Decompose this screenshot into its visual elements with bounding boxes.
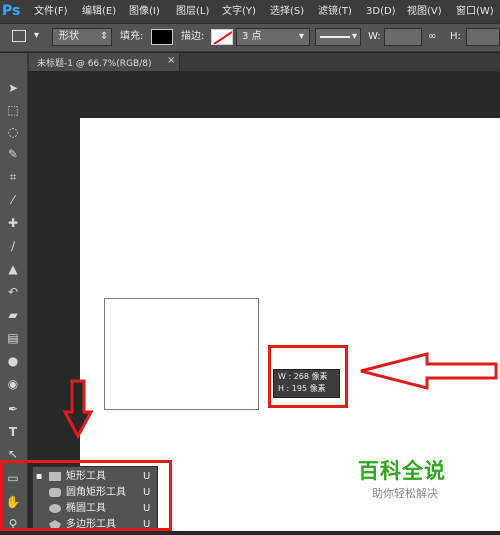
type-tool-icon[interactable]: T [2, 421, 24, 443]
annotation-highlight-tooltip [268, 345, 348, 408]
gradient-tool-icon[interactable]: ▤ [2, 327, 24, 349]
fill-swatch[interactable] [151, 29, 173, 45]
menu-image[interactable]: 图像(I) [129, 0, 160, 23]
height-input[interactable] [466, 28, 500, 46]
stroke-size-value: 3 点 [242, 31, 262, 42]
menu-type[interactable]: 文字(Y) [222, 0, 256, 23]
width-label: W: [368, 31, 381, 42]
dodge-tool-icon[interactable]: ◉ [2, 373, 24, 395]
watermark-title: 百科全说 [358, 459, 446, 483]
mode-arrows-icon: ⇕ [100, 31, 109, 42]
stroke-size-arrow-icon: ▾ [299, 31, 305, 42]
photoshop-logo: Ps [2, 3, 21, 19]
eraser-tool-icon[interactable]: ▰ [2, 304, 24, 326]
pen-tool-icon[interactable]: ✒ [2, 398, 24, 420]
watermark-subtitle: 助你轻松解决 [372, 487, 438, 500]
eyedropper-tool-icon[interactable]: ⁄ [2, 189, 24, 211]
menu-bar: Ps 文件(F) 编辑(E) 图像(I) 图层(L) 文字(Y) 选择(S) 滤… [0, 0, 500, 24]
document-tab-title: 未标题-1 @ 66.7%(RGB/8) [37, 59, 152, 69]
menu-select[interactable]: 选择(S) [270, 0, 304, 23]
quick-selection-tool-icon[interactable]: ✎ [2, 143, 24, 165]
stroke-line-preview [320, 36, 350, 38]
link-icon[interactable]: ∞ [428, 29, 436, 45]
annotation-highlight-flyout [0, 460, 172, 531]
menu-window[interactable]: 窗口(W) [456, 0, 494, 23]
close-icon[interactable]: × [167, 55, 175, 66]
move-tool-icon[interactable]: ➤ [2, 77, 24, 99]
drawn-rectangle-shape[interactable] [104, 298, 259, 410]
stroke-type-arrow-icon: ▾ [352, 31, 358, 42]
menu-filter[interactable]: 滤镜(T) [318, 0, 352, 23]
width-input[interactable] [384, 28, 422, 46]
stroke-size-field[interactable]: 3 点 ▾ [236, 28, 310, 46]
stroke-swatch[interactable] [211, 29, 233, 45]
menu-edit[interactable]: 编辑(E) [82, 0, 116, 23]
stroke-type-select[interactable]: ▾ [315, 28, 361, 46]
blur-tool-icon[interactable]: ● [2, 350, 24, 372]
menu-file[interactable]: 文件(F) [34, 0, 68, 23]
options-bar: ▾ 形状 ⇕ 填充: 描边: 3 点 ▾ ▾ W: ∞ H: [0, 24, 500, 52]
lasso-tool-icon[interactable]: ◌ [2, 121, 24, 143]
mode-select[interactable]: 形状 ⇕ [52, 28, 112, 46]
tool-preset-icon[interactable] [12, 30, 26, 42]
menu-3d[interactable]: 3D(D) [366, 0, 396, 23]
height-label: H: [450, 31, 461, 42]
menu-view[interactable]: 视图(V) [407, 0, 442, 23]
menu-layer[interactable]: 图层(L) [176, 0, 209, 23]
stroke-label: 描边: [181, 31, 205, 42]
clone-stamp-tool-icon[interactable]: ▲ [2, 258, 24, 280]
history-brush-tool-icon[interactable]: ↶ [2, 281, 24, 303]
no-stroke-icon [213, 31, 232, 44]
annotation-arrow-down-icon [62, 379, 94, 440]
mode-value: 形状 [59, 31, 79, 42]
preset-dropdown-arrow[interactable]: ▾ [34, 28, 39, 44]
healing-brush-tool-icon[interactable]: ✚ [2, 212, 24, 234]
fill-label: 填充: [120, 31, 144, 42]
annotation-arrow-left-icon [360, 352, 498, 390]
crop-tool-icon[interactable]: ⌗ [2, 166, 24, 188]
document-tab[interactable]: 未标题-1 @ 66.7%(RGB/8) × [29, 53, 180, 71]
brush-tool-icon[interactable]: ∕ [2, 235, 24, 257]
marquee-tool-icon[interactable]: ⬚ [2, 99, 24, 121]
